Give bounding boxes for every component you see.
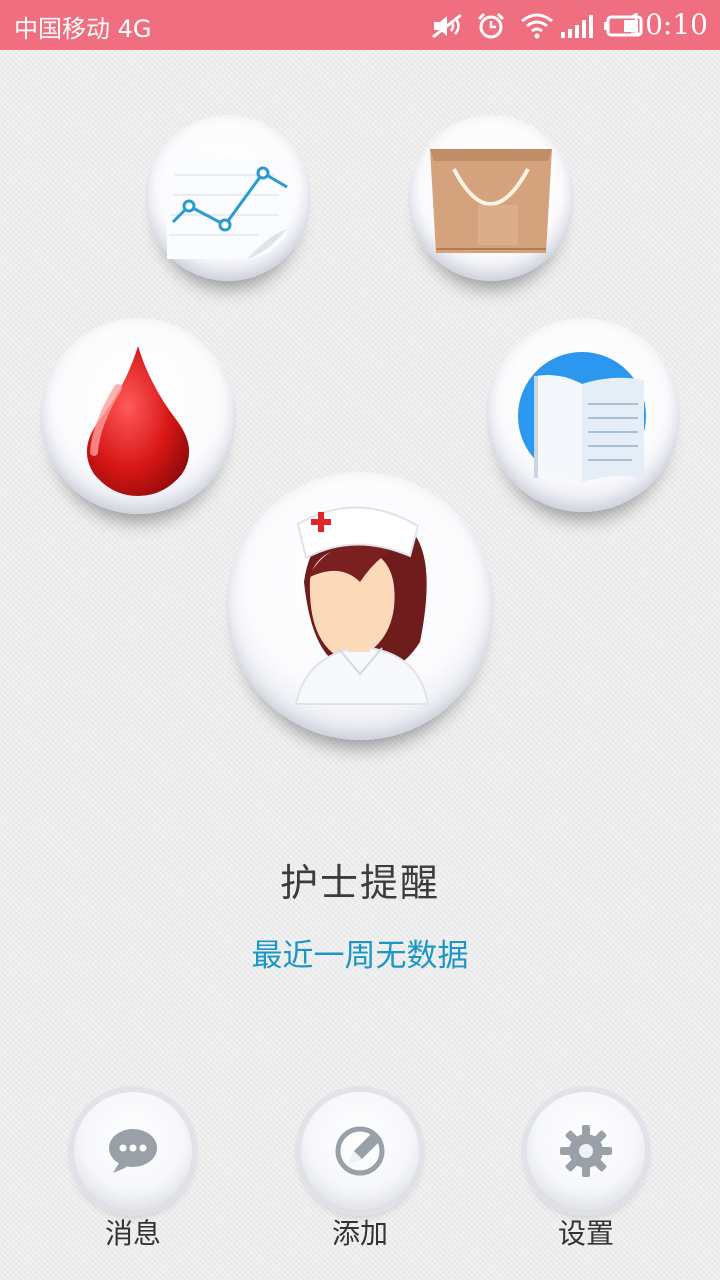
status-bar: 中国移动 4G 10:10 xyxy=(0,0,720,50)
blood-drop-icon xyxy=(86,346,190,496)
blood-drop-bubble[interactable] xyxy=(40,318,236,514)
nurse-icon xyxy=(294,506,430,705)
book-bubble[interactable] xyxy=(486,318,680,512)
carrier-label: 中国移动 4G xyxy=(14,15,152,43)
add-button[interactable] xyxy=(301,1092,419,1210)
gear-icon xyxy=(560,1125,612,1177)
wifi-icon xyxy=(521,13,553,39)
settings-button[interactable] xyxy=(527,1092,645,1210)
pencil-circle-icon xyxy=(335,1126,385,1176)
messages-label: 消息 xyxy=(104,1217,161,1250)
book-icon xyxy=(518,352,646,484)
chat-bubble-icon xyxy=(109,1129,157,1173)
alarm-icon xyxy=(477,12,505,39)
add-label: 添加 xyxy=(331,1217,388,1250)
trend-chart-bubble[interactable] xyxy=(145,115,311,281)
status-subtitle: 最近一周无数据 xyxy=(251,938,469,974)
settings-label: 设置 xyxy=(557,1217,614,1250)
nurse-avatar-bubble[interactable] xyxy=(226,472,494,740)
messages-button[interactable] xyxy=(74,1092,192,1210)
trend-chart-icon xyxy=(167,155,288,259)
shopping-bag-icon xyxy=(430,149,552,253)
page-title: 护士提醒 xyxy=(279,861,440,905)
clock: 10:10 xyxy=(627,8,708,41)
signal-icon xyxy=(561,15,593,38)
shopping-bag-bubble[interactable] xyxy=(408,115,574,281)
mute-icon xyxy=(432,13,462,39)
